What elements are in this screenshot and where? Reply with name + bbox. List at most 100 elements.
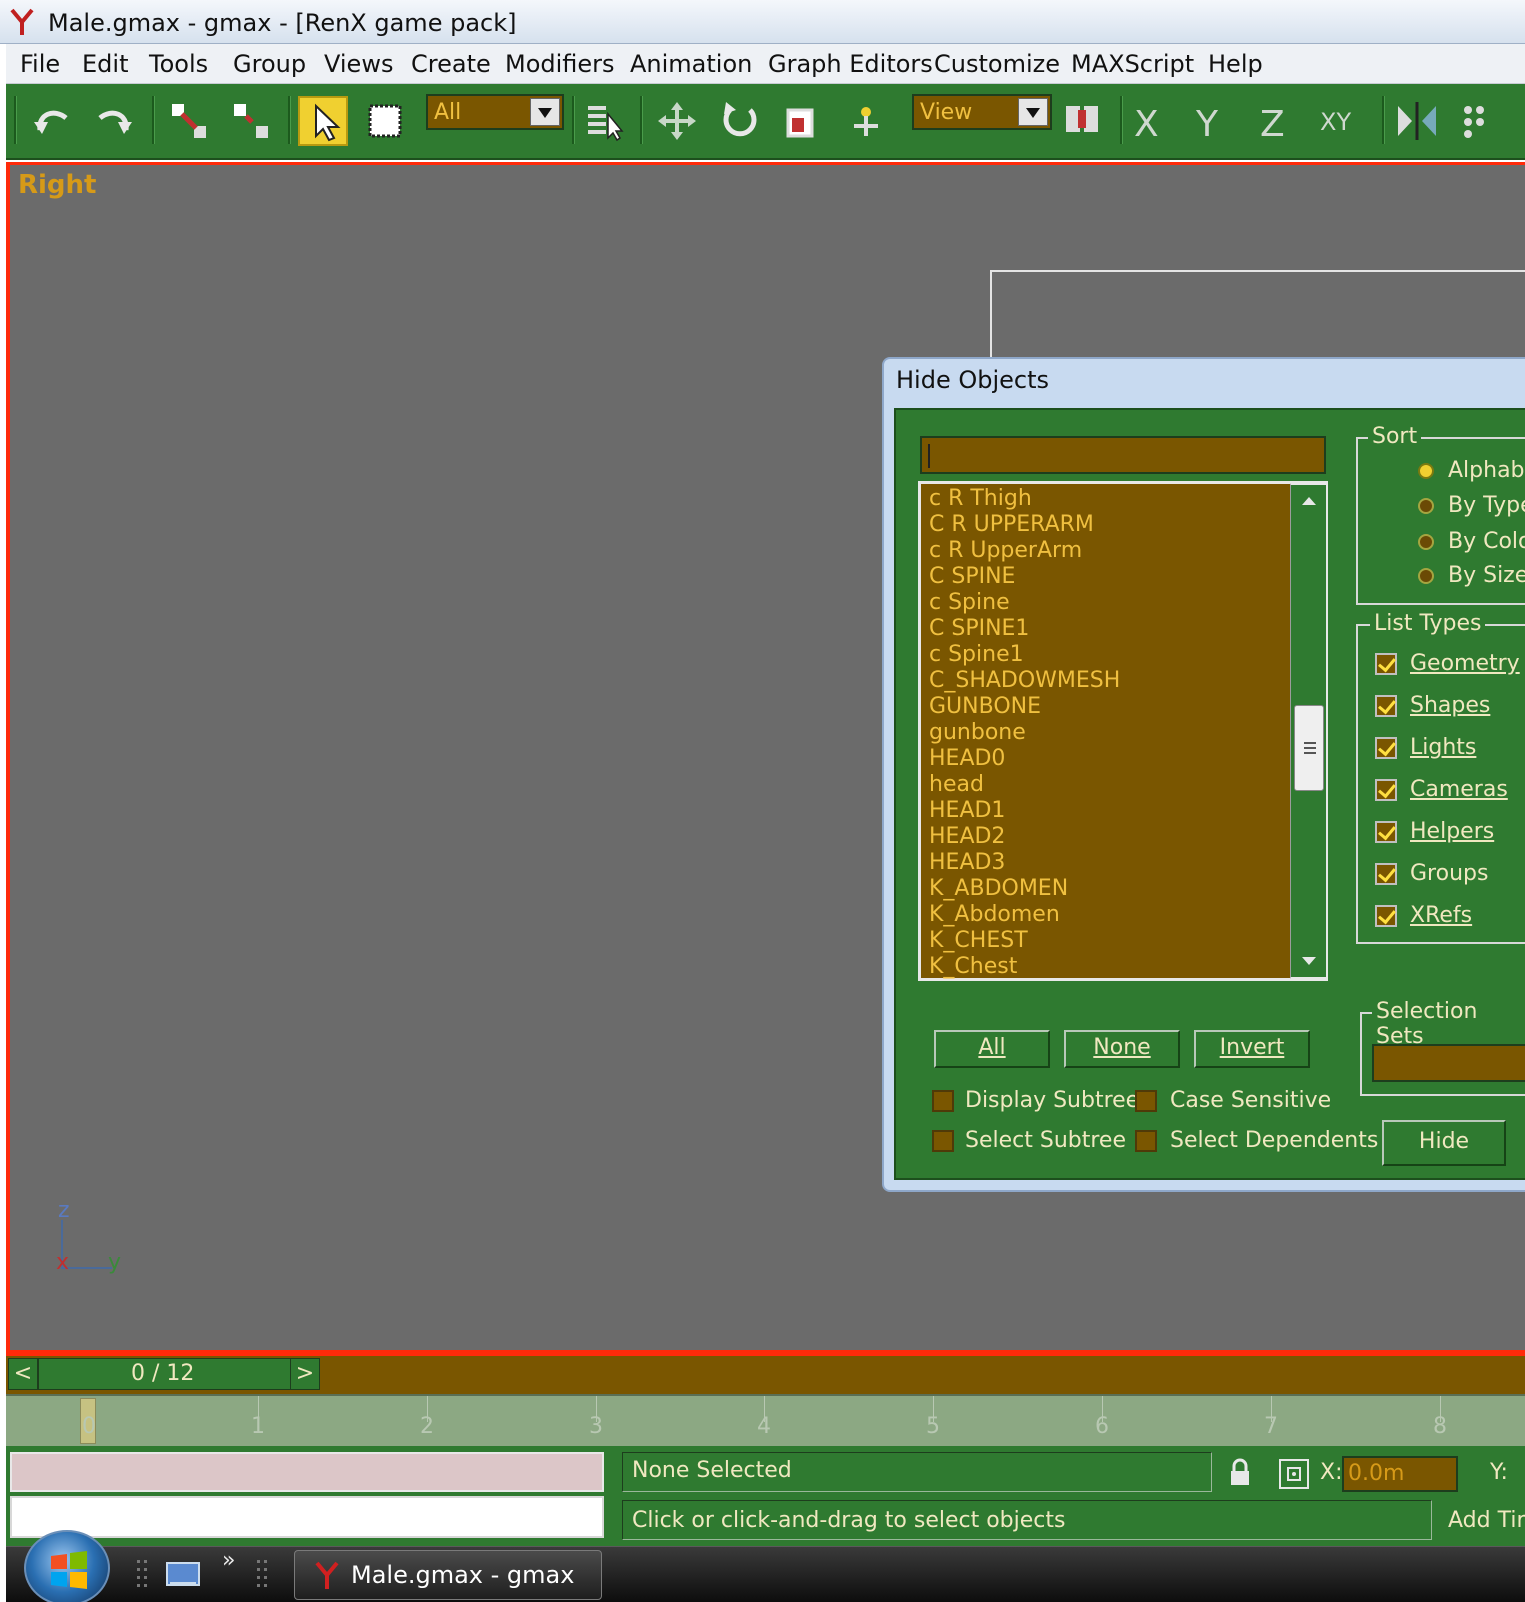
lock-icon[interactable] bbox=[1228, 1458, 1252, 1488]
list-item[interactable]: HEAD3 bbox=[929, 850, 1005, 875]
restrict-y-button[interactable]: Y bbox=[1196, 104, 1218, 145]
reference-coordinate-dropdown[interactable]: View bbox=[912, 94, 1052, 130]
list-item[interactable]: K_Abdomen bbox=[929, 902, 1060, 927]
sort-by-type-radio[interactable] bbox=[1418, 498, 1434, 514]
lights-checkbox[interactable] bbox=[1375, 737, 1397, 759]
undo-button[interactable] bbox=[28, 96, 78, 146]
cameras-checkbox[interactable] bbox=[1375, 779, 1397, 801]
list-item[interactable]: gunbone bbox=[929, 720, 1026, 745]
list-item[interactable]: HEAD1 bbox=[929, 798, 1005, 823]
time-slider[interactable]: 0 / 12 bbox=[38, 1358, 318, 1390]
sort-by-color-radio[interactable] bbox=[1418, 534, 1434, 550]
select-dependents-label[interactable]: Select Dependents bbox=[1170, 1128, 1378, 1153]
rotate-button[interactable] bbox=[714, 96, 764, 146]
redo-button[interactable] bbox=[88, 96, 138, 146]
geometry-checkbox[interactable] bbox=[1375, 653, 1397, 675]
list-item[interactable]: C_SHADOWMESH bbox=[929, 668, 1120, 693]
sort-by-size-label[interactable]: By Size bbox=[1448, 563, 1525, 588]
restrict-z-button[interactable]: Z bbox=[1260, 104, 1285, 145]
shapes-label[interactable]: Shapes bbox=[1410, 693, 1490, 718]
chevron-down-icon[interactable] bbox=[1018, 98, 1048, 126]
lights-label[interactable]: Lights bbox=[1410, 735, 1476, 760]
menu-tools[interactable]: Tools bbox=[149, 50, 208, 78]
quick-launch-overflow[interactable]: » bbox=[222, 1548, 235, 1573]
select-all-button[interactable]: All bbox=[934, 1030, 1050, 1068]
menu-edit[interactable]: Edit bbox=[82, 50, 128, 78]
case-sensitive-label[interactable]: Case Sensitive bbox=[1170, 1088, 1331, 1113]
time-prev-button[interactable]: < bbox=[8, 1358, 38, 1390]
geometry-label[interactable]: Geometry bbox=[1410, 651, 1520, 676]
scroll-up-icon[interactable] bbox=[1302, 497, 1316, 505]
scrollbar-thumb[interactable] bbox=[1294, 705, 1324, 791]
select-none-button[interactable]: None bbox=[1064, 1030, 1180, 1068]
sort-by-size-radio[interactable] bbox=[1418, 568, 1434, 584]
list-item[interactable]: head bbox=[929, 772, 984, 797]
menu-group[interactable]: Group bbox=[233, 50, 306, 78]
select-subtree-checkbox[interactable] bbox=[932, 1130, 954, 1152]
object-name-search-input[interactable] bbox=[920, 436, 1326, 474]
viewport-label[interactable]: Right bbox=[18, 170, 96, 200]
array-button[interactable] bbox=[1454, 96, 1504, 146]
select-invert-button[interactable]: Invert bbox=[1194, 1030, 1310, 1068]
menu-modifiers[interactable]: Modifiers bbox=[505, 50, 615, 78]
scroll-down-icon[interactable] bbox=[1302, 957, 1316, 965]
menu-create[interactable]: Create bbox=[411, 50, 491, 78]
select-dependents-checkbox[interactable] bbox=[1135, 1130, 1157, 1152]
menu-customize[interactable]: Customize bbox=[934, 50, 1060, 78]
pivot-center-button[interactable] bbox=[1058, 96, 1108, 146]
list-item[interactable]: c R UpperArm bbox=[929, 538, 1082, 563]
list-item[interactable]: HEAD0 bbox=[929, 746, 1005, 771]
list-item[interactable]: K_CHEST bbox=[929, 928, 1028, 953]
case-sensitive-checkbox[interactable] bbox=[1135, 1090, 1157, 1112]
selection-sets-dropdown[interactable] bbox=[1372, 1044, 1525, 1082]
restrict-xy-button[interactable]: XY bbox=[1320, 108, 1351, 136]
mirror-button[interactable] bbox=[1392, 96, 1442, 146]
list-item[interactable]: GUNBONE bbox=[929, 694, 1041, 719]
list-item[interactable]: c Spine bbox=[929, 590, 1010, 615]
list-item[interactable]: K_Chest bbox=[929, 954, 1017, 979]
sort-by-type-label[interactable]: By Type bbox=[1448, 493, 1525, 518]
menu-graph-editors[interactable]: Graph Editors bbox=[768, 50, 933, 78]
select-object-button[interactable] bbox=[298, 96, 348, 146]
list-item[interactable]: c R Thigh bbox=[929, 486, 1032, 511]
move-button[interactable] bbox=[652, 96, 702, 146]
selection-filter-dropdown[interactable]: All bbox=[426, 94, 564, 130]
select-subtree-label[interactable]: Select Subtree bbox=[965, 1128, 1126, 1153]
show-desktop-icon[interactable] bbox=[166, 1560, 200, 1590]
restrict-x-button[interactable]: X bbox=[1134, 104, 1159, 145]
helpers-label[interactable]: Helpers bbox=[1410, 819, 1494, 844]
list-item[interactable]: HEAD2 bbox=[929, 824, 1005, 849]
display-subtree-checkbox[interactable] bbox=[932, 1090, 954, 1112]
list-item[interactable]: C SPINE1 bbox=[929, 616, 1029, 641]
list-item[interactable]: c Spine1 bbox=[929, 642, 1024, 667]
x-coordinate-input[interactable]: 0.0m bbox=[1342, 1456, 1458, 1492]
sort-alphabetical-radio[interactable] bbox=[1418, 463, 1434, 479]
xrefs-checkbox[interactable] bbox=[1375, 905, 1397, 927]
xrefs-label[interactable]: XRefs bbox=[1410, 903, 1472, 928]
pivot-button[interactable] bbox=[840, 96, 890, 146]
taskbar-app-button[interactable]: Male.gmax - gmax -... bbox=[294, 1550, 602, 1602]
maxscript-listener-input[interactable] bbox=[10, 1452, 604, 1492]
menu-animation[interactable]: Animation bbox=[630, 50, 752, 78]
start-button[interactable] bbox=[24, 1530, 110, 1602]
menu-views[interactable]: Views bbox=[324, 50, 393, 78]
unlink-button[interactable] bbox=[226, 96, 276, 146]
menu-maxscript[interactable]: MAXScript bbox=[1071, 50, 1194, 78]
object-list[interactable]: c R Thigh C R UPPERARM c R UpperArm C SP… bbox=[918, 481, 1328, 981]
list-item[interactable]: C R UPPERARM bbox=[929, 512, 1094, 537]
region-select-button[interactable] bbox=[360, 96, 410, 146]
add-time-tag-button[interactable]: Add Tim bbox=[1448, 1508, 1525, 1533]
shapes-checkbox[interactable] bbox=[1375, 695, 1397, 717]
time-next-button[interactable]: > bbox=[290, 1358, 320, 1390]
select-by-name-button[interactable] bbox=[580, 96, 630, 146]
display-subtree-label[interactable]: Display Subtree bbox=[965, 1088, 1139, 1113]
menu-file[interactable]: File bbox=[20, 50, 60, 78]
hide-button[interactable]: Hide bbox=[1382, 1120, 1506, 1166]
cameras-label[interactable]: Cameras bbox=[1410, 777, 1508, 802]
sort-alphabetical-label[interactable]: Alphabe bbox=[1448, 458, 1525, 483]
scale-button[interactable] bbox=[776, 96, 826, 146]
list-item[interactable]: K_ABDOMEN bbox=[929, 876, 1068, 901]
list-item[interactable]: C SPINE bbox=[929, 564, 1015, 589]
helpers-checkbox[interactable] bbox=[1375, 821, 1397, 843]
maxscript-listener-output[interactable] bbox=[10, 1496, 604, 1538]
